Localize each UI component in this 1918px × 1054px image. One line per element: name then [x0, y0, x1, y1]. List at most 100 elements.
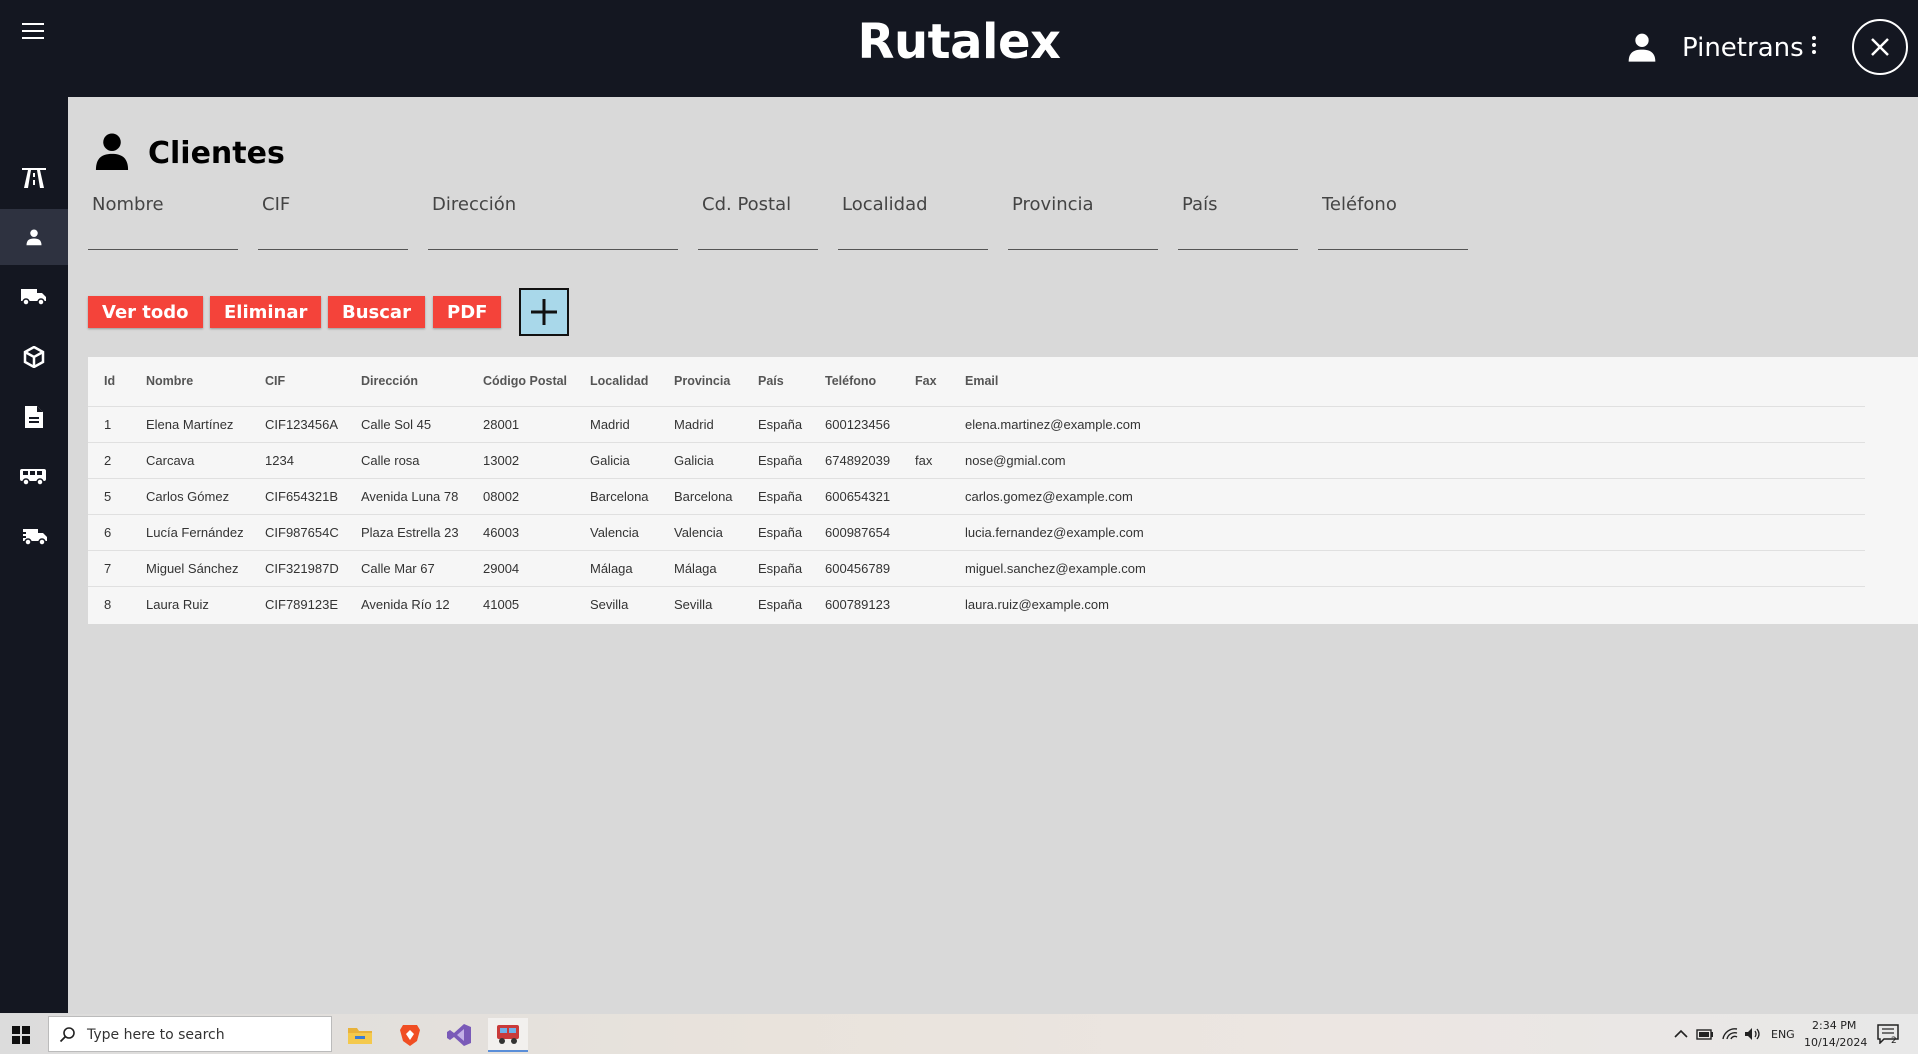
person-icon — [26, 229, 42, 246]
col-header-localidad[interactable]: Localidad — [590, 357, 674, 406]
taskbar-rutalex-app[interactable] — [488, 1018, 528, 1052]
sidebar-item-clientes[interactable] — [0, 209, 68, 265]
cell-email: miguel.sanchez@example.com — [965, 560, 1146, 576]
col-header-provincia[interactable]: Provincia — [674, 357, 758, 406]
direccion-field[interactable] — [428, 190, 678, 250]
cell-id: 1 — [104, 416, 112, 432]
battery-icon[interactable] — [1696, 1028, 1714, 1040]
cell-email: carlos.gomez@example.com — [965, 488, 1133, 504]
cell-id: 2 — [104, 452, 112, 468]
direccion-input[interactable] — [428, 190, 678, 219]
cell-direccion: Avenida Luna 78 — [361, 488, 459, 504]
col-header-id[interactable]: Id — [88, 357, 146, 406]
col-header-nombre[interactable]: Nombre — [146, 357, 265, 406]
cd-postal-field[interactable] — [698, 190, 818, 250]
user-name[interactable]: Pinetrans — [1682, 33, 1804, 63]
wifi-icon[interactable] — [1721, 1027, 1739, 1041]
cell-provincia: Barcelona — [674, 488, 733, 504]
nombre-input[interactable] — [88, 190, 238, 219]
user-account-icon[interactable] — [1626, 31, 1658, 63]
pdf-button[interactable]: PDF — [433, 296, 502, 328]
col-header-fax[interactable]: Fax — [915, 357, 965, 406]
truck-app-icon — [497, 1025, 519, 1044]
eliminar-button[interactable]: Eliminar — [210, 296, 322, 328]
more-options-icon[interactable] — [1810, 36, 1818, 56]
table-row[interactable]: 1 Elena Martínez CIF123456A Calle Sol 45… — [88, 406, 1865, 442]
cell-codigo-postal: 13002 — [483, 452, 520, 468]
page-title: Clientes — [148, 136, 285, 171]
pais-input[interactable] — [1178, 190, 1298, 219]
cd-postal-input[interactable] — [698, 190, 818, 219]
cell-codigo-postal: 08002 — [483, 488, 520, 504]
clients-table: Id Nombre CIF Dirección Código Postal Lo… — [88, 357, 1918, 624]
cell-pais: España — [758, 596, 803, 612]
cell-codigo-postal: 41005 — [483, 596, 520, 612]
col-header-codigo-postal[interactable]: Código Postal — [483, 357, 590, 406]
sidebar-item-vehiculos[interactable] — [0, 269, 68, 325]
cell-telefono: 600456789 — [825, 560, 891, 576]
sidebar-item-autobuses[interactable] — [0, 449, 68, 505]
table-row[interactable]: 7 Miguel Sánchez CIF321987D Calle Mar 67… — [88, 550, 1865, 586]
col-header-direccion[interactable]: Dirección — [361, 357, 483, 406]
cell-fax — [915, 406, 965, 442]
pais-field[interactable] — [1178, 190, 1298, 250]
show-hidden-icons-icon[interactable] — [1674, 1029, 1688, 1039]
taskbar-visual-studio[interactable] — [439, 1018, 479, 1052]
cell-telefono: 600654321 — [825, 488, 891, 504]
cell-cif: 1234 — [265, 452, 294, 468]
table-row[interactable]: 6 Lucía Fernández CIF987654C Plaza Estre… — [88, 514, 1865, 550]
nombre-field[interactable] — [88, 190, 238, 250]
cell-nombre: Laura Ruiz — [146, 596, 209, 612]
cell-fax — [915, 550, 965, 586]
cell-pais: España — [758, 452, 803, 468]
cell-cif: CIF321987D — [265, 560, 339, 576]
cell-id: 7 — [104, 560, 112, 576]
cell-provincia: Sevilla — [674, 596, 713, 612]
sidebar-item-paquetes[interactable] — [0, 329, 68, 385]
table-row[interactable]: 2 Carcava 1234 Calle rosa 13002 Galicia … — [88, 442, 1865, 478]
language-indicator[interactable]: ENG — [1771, 1028, 1795, 1041]
cell-nombre: Miguel Sánchez — [146, 560, 239, 576]
table-header-row: Id Nombre CIF Dirección Código Postal Lo… — [88, 357, 1865, 406]
cell-id: 6 — [104, 524, 112, 540]
localidad-field[interactable] — [838, 190, 988, 250]
localidad-input[interactable] — [838, 190, 988, 219]
col-header-telefono[interactable]: Teléfono — [825, 357, 915, 406]
sidebar-item-documentos[interactable] — [0, 389, 68, 445]
ver-todo-button[interactable]: Ver todo — [88, 296, 203, 328]
cell-cif: CIF987654C — [265, 524, 339, 540]
cell-pais: España — [758, 416, 803, 432]
col-header-email[interactable]: Email — [965, 357, 1865, 406]
cell-fax: fax — [915, 452, 933, 468]
table-row[interactable]: 8 Laura Ruiz CIF789123E Avenida Río 12 4… — [88, 586, 1865, 622]
telefono-field[interactable] — [1318, 190, 1468, 250]
add-client-button[interactable] — [519, 288, 569, 336]
col-header-pais[interactable]: País — [758, 357, 825, 406]
col-header-cif[interactable]: CIF — [265, 357, 361, 406]
taskbar-brave-browser[interactable] — [390, 1018, 430, 1052]
cell-id: 5 — [104, 488, 112, 504]
windows-start-icon[interactable] — [12, 1026, 30, 1044]
close-button[interactable] — [1852, 19, 1908, 75]
provincia-input[interactable] — [1008, 190, 1158, 219]
close-icon — [1871, 38, 1889, 56]
cell-provincia: Madrid — [674, 416, 714, 432]
cif-field[interactable] — [258, 190, 408, 250]
cell-localidad: Sevilla — [590, 596, 629, 612]
buscar-button[interactable]: Buscar — [328, 296, 425, 328]
cell-pais: España — [758, 560, 803, 576]
table-row[interactable]: 5 Carlos Gómez CIF654321B Avenida Luna 7… — [88, 478, 1865, 514]
cif-input[interactable] — [258, 190, 408, 219]
provincia-field[interactable] — [1008, 190, 1158, 250]
volume-icon[interactable] — [1744, 1027, 1762, 1041]
sidebar-item-rutas[interactable] — [0, 149, 68, 205]
taskbar-search-box[interactable]: Type here to search — [48, 1016, 332, 1052]
sidebar-item-envios[interactable] — [0, 509, 68, 565]
clock-time[interactable]: 2:34 PM — [1812, 1019, 1856, 1032]
road-icon — [22, 168, 46, 188]
clock-date[interactable]: 10/14/2024 — [1804, 1036, 1867, 1049]
brave-browser-icon — [400, 1025, 420, 1046]
taskbar-file-explorer[interactable] — [340, 1018, 380, 1052]
cell-provincia: Málaga — [674, 560, 717, 576]
telefono-input[interactable] — [1318, 190, 1468, 219]
